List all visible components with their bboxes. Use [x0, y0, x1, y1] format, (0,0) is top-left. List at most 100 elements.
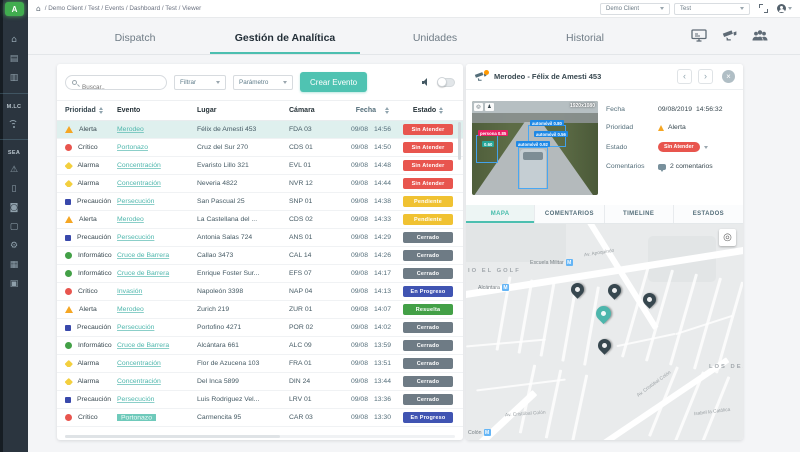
user-menu[interactable]: [777, 4, 792, 13]
map-street-line: [714, 281, 743, 374]
detail-tab-timeline[interactable]: TIMELINE: [605, 205, 674, 223]
status-cell: Cerrado: [401, 376, 455, 387]
project-dropdown[interactable]: Test: [674, 2, 750, 15]
next-event-button[interactable]: ›: [698, 69, 713, 84]
map-pin[interactable]: [595, 336, 614, 355]
table-row[interactable]: Informático Cruce de Barrera Alcántara 661…: [57, 337, 463, 355]
target-icon[interactable]: ◎: [474, 103, 483, 111]
home-icon[interactable]: ⌂: [11, 36, 17, 45]
table-row[interactable]: Alarma Concentración Flor de Azucena 103 FR…: [57, 355, 463, 373]
event-link[interactable]: Merodeo: [117, 306, 144, 313]
priority-cell: Informático: [65, 270, 117, 277]
map-canvas[interactable]: IO EL GOLF LOS DES Av. Apoquindo Av. Cri…: [466, 224, 743, 440]
calendar-icon[interactable]: ▣: [10, 280, 19, 289]
client-dropdown[interactable]: Demo Client: [600, 2, 670, 15]
event-link[interactable]: Cruce de Barrera: [117, 252, 169, 259]
id-card-icon[interactable]: ▤: [10, 55, 19, 64]
table-row[interactable]: Crítico Invasión Napoleón 3398 NAP 04 09/08 1…: [57, 283, 463, 301]
comentarios-value[interactable]: 2 comentarios: [670, 163, 713, 170]
event-link[interactable]: Merodeo: [117, 216, 144, 223]
fullscreen-icon[interactable]: [759, 4, 768, 13]
sort-icon[interactable]: [98, 107, 103, 114]
tab-historial[interactable]: Historial: [510, 18, 660, 54]
table-row[interactable]: Crítico Portonazo Cruz del Sur 270 CDS 01 09…: [57, 139, 463, 157]
event-link[interactable]: Cruce de Barrera: [117, 342, 169, 349]
horizontal-scrollbar[interactable]: [65, 435, 455, 438]
map-pin[interactable]: [592, 302, 615, 325]
table-row[interactable]: Alerta Merodeo Félix de Amesti 453 FDA 03 09…: [57, 121, 463, 139]
event-link[interactable]: Portonazo: [117, 414, 156, 421]
tab-dispatch[interactable]: Dispatch: [60, 18, 210, 54]
alert-dot: [484, 69, 489, 75]
cctv-camera-icon[interactable]: ◙: [10, 204, 19, 213]
table-row[interactable]: Precaución Persecución Antonia Salas 724 AN…: [57, 229, 463, 247]
create-event-button[interactable]: Crear Evento: [300, 72, 368, 92]
table-row[interactable]: Alerta Merodeo Zurich 219 ZUR 01 09/08 14:07 R…: [57, 301, 463, 319]
files-icon[interactable]: ▢: [10, 223, 19, 232]
event-link[interactable]: Persecución: [117, 324, 154, 331]
estado-badge[interactable]: Sin Atender: [658, 142, 700, 152]
prev-event-button[interactable]: ‹: [677, 69, 692, 84]
cctv-icon[interactable]: [722, 29, 737, 42]
event-link[interactable]: Persecución: [117, 234, 154, 241]
table-row[interactable]: Precaución Persecución San Pascual 25 SNP 0…: [57, 193, 463, 211]
detail-tab-comentarios[interactable]: COMENTARIOS: [535, 205, 605, 223]
filter-dropdown[interactable]: Filtrar: [174, 74, 226, 90]
table-row[interactable]: Alarma Concentración Neveria 4822 NVR 12 09/…: [57, 175, 463, 193]
table-row[interactable]: Crítico Portonazo Carmencita 95 CAR 03 09/08…: [57, 409, 463, 427]
calculator-icon[interactable]: ▦: [10, 261, 19, 270]
map-pin[interactable]: [605, 281, 624, 300]
close-detail-button[interactable]: ×: [722, 70, 735, 83]
column-header-prioridad[interactable]: Prioridad: [65, 107, 117, 114]
metro-station[interactable]: Colón M: [468, 429, 491, 436]
search-input[interactable]: [66, 80, 166, 94]
event-link[interactable]: Concentración: [117, 180, 161, 187]
event-link[interactable]: Concentración: [117, 378, 161, 385]
column-header-estado[interactable]: Estado: [401, 107, 455, 114]
parameter-dropdown[interactable]: Parámetro: [233, 74, 293, 90]
date-value: 09/08: [350, 180, 368, 187]
event-link[interactable]: Concentración: [117, 162, 161, 169]
event-link[interactable]: Cruce de Barrera: [117, 270, 169, 277]
tab-unidades[interactable]: Unidades: [360, 18, 510, 54]
table-row[interactable]: Informático Cruce de Barrera Callao 3473 CA…: [57, 247, 463, 265]
column-header-fecha[interactable]: Fecha: [341, 107, 401, 114]
table-row[interactable]: Alarma Concentración Del Inca 5899 DIN 24 09…: [57, 373, 463, 391]
sound-mute-icon[interactable]: [422, 78, 430, 86]
users-icon[interactable]: [752, 29, 768, 42]
wifi-icon[interactable]: [8, 120, 20, 129]
person-icon[interactable]: ♟: [485, 103, 494, 111]
event-link[interactable]: Persecución: [117, 396, 154, 403]
table-row[interactable]: Alerta Merodeo La Castellana del ... CDS 02…: [57, 211, 463, 229]
warning-icon[interactable]: ⚠: [10, 166, 18, 175]
sound-toggle[interactable]: [437, 77, 455, 87]
vertical-scrollbar[interactable]: [458, 122, 461, 160]
sort-icon[interactable]: [385, 107, 389, 114]
copy-icon[interactable]: ▥: [10, 74, 19, 83]
locate-button[interactable]: ◎: [719, 229, 736, 246]
chevron-down-icon[interactable]: [703, 145, 708, 149]
tab-gestion-de-analitica[interactable]: Gestión de Analítica: [210, 18, 360, 54]
app-logo[interactable]: A: [5, 2, 24, 16]
event-link[interactable]: Merodeo: [117, 126, 144, 133]
event-link[interactable]: Portonazo: [117, 144, 148, 151]
gear-icon[interactable]: ⚙: [10, 242, 18, 251]
detail-tab-mapa[interactable]: MAPA: [466, 205, 536, 223]
sidebar-section-label: SEA: [7, 150, 21, 156]
monitor-icon[interactable]: [691, 29, 707, 42]
event-link[interactable]: Invasión: [117, 288, 142, 295]
metro-station[interactable]: Escuela Militar M: [530, 259, 573, 266]
event-link[interactable]: Concentración: [117, 360, 161, 367]
sort-icon[interactable]: [439, 107, 444, 114]
table-row[interactable]: Informático Cruce de Barrera Enrique Foste…: [57, 265, 463, 283]
map-pin[interactable]: [568, 280, 587, 299]
home-icon[interactable]: ⌂: [36, 4, 41, 13]
mobile-icon[interactable]: ▯: [12, 185, 17, 194]
table-row[interactable]: Alarma Concentración Evaristo Lillo 321 EVL…: [57, 157, 463, 175]
event-link[interactable]: Persecución: [117, 198, 154, 205]
event-snapshot[interactable]: ◎ ♟ 1920x1080 persona 0.85 0.60 automóvil …: [472, 101, 598, 195]
table-row[interactable]: Precaución Persecución Portofino 4271 POR 0…: [57, 319, 463, 337]
table-row[interactable]: Precaución Persecución Luis Rodriguez Vel.…: [57, 391, 463, 409]
metro-station[interactable]: Alcántara M: [478, 284, 509, 291]
detail-tab-estados[interactable]: ESTADOS: [674, 205, 743, 223]
